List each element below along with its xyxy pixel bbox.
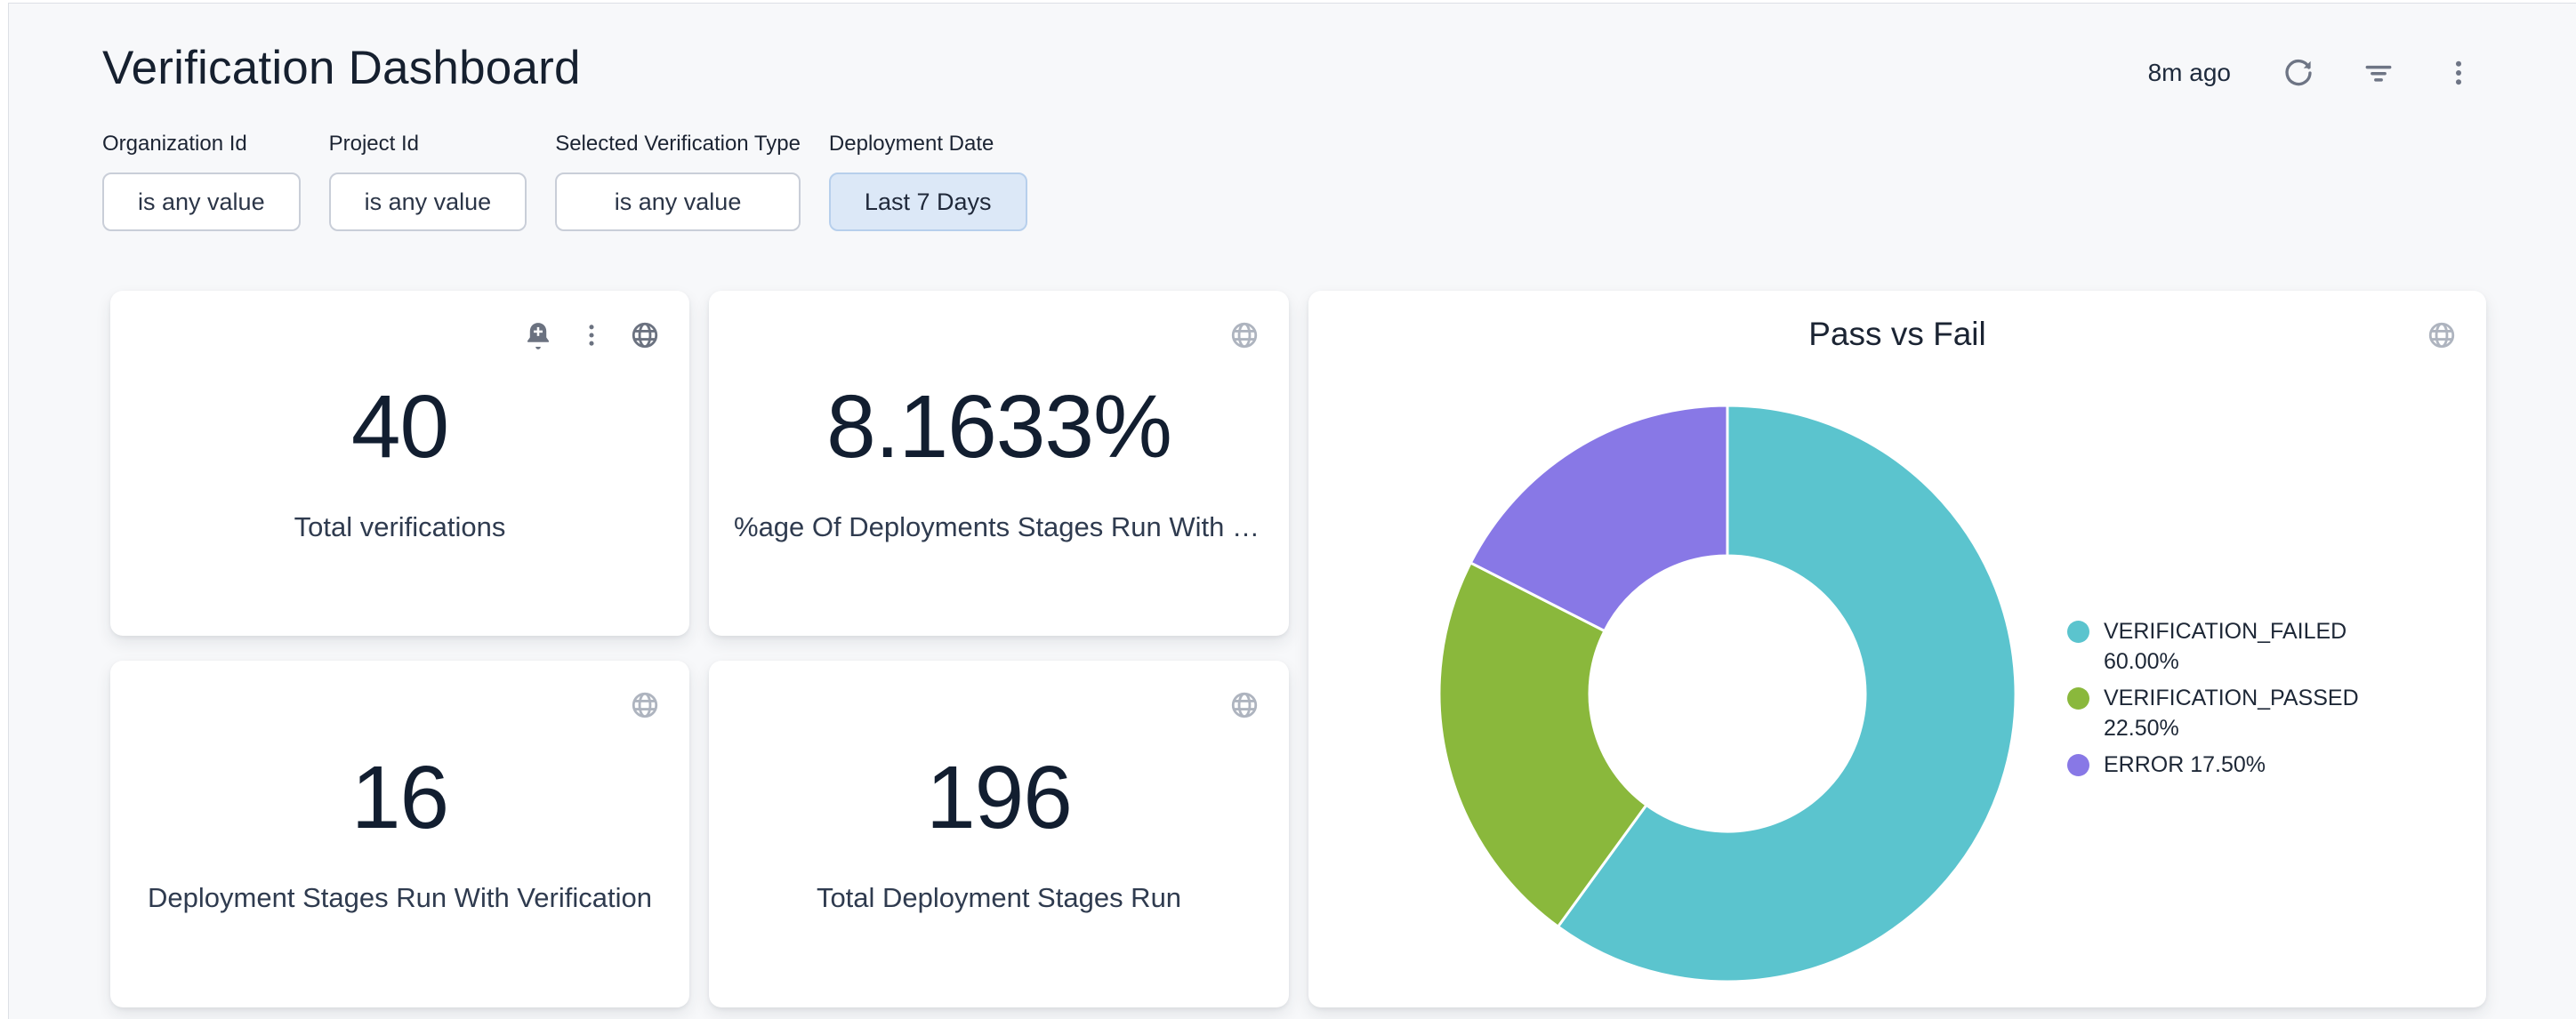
- filter-label: Deployment Date: [829, 132, 1027, 156]
- filter-group-project-id: Project Id is any value: [329, 132, 527, 231]
- stat-value: 196: [926, 753, 1072, 842]
- filter-chip-organization-id[interactable]: is any value: [102, 173, 301, 231]
- filter-label: Selected Verification Type: [555, 132, 801, 156]
- tile-total-verifications: 40 Total verifications: [110, 291, 689, 636]
- dashboard-canvas: Verification Dashboard 8m ago: [8, 3, 2576, 1019]
- dashboard-menu-button[interactable]: [2441, 55, 2476, 91]
- legend-item[interactable]: VERIFICATION_FAILED 60.00%: [2067, 616, 2388, 677]
- page-title: Verification Dashboard: [102, 41, 581, 95]
- stat-value: 16: [351, 753, 448, 842]
- header-actions: 8m ago: [2148, 55, 2476, 91]
- tile-icon-row: [2424, 317, 2459, 353]
- filter-icon: [2362, 56, 2395, 90]
- tile-stages-with-verification: 16 Deployment Stages Run With Verificati…: [110, 661, 689, 1007]
- chart-legend: VERIFICATION_FAILED 60.00% VERIFICATION_…: [2067, 616, 2388, 780]
- filter-group-organization-id: Organization Id is any value: [102, 132, 301, 231]
- stat-body: 16 Deployment Stages Run With Verificati…: [110, 661, 689, 1007]
- explore-from-here-button[interactable]: [2424, 317, 2459, 353]
- stat-value: 8.1633%: [826, 382, 1171, 471]
- stat-body: 8.1633% %age Of Deployments Stages Run W…: [709, 291, 1289, 636]
- filter-chip-verification-type[interactable]: is any value: [555, 173, 801, 231]
- tile-total-stages-run: 196 Total Deployment Stages Run: [709, 661, 1289, 1007]
- stat-body: 40 Total verifications: [110, 291, 689, 636]
- last-refresh-timestamp: 8m ago: [2148, 59, 2231, 87]
- legend-item[interactable]: ERROR 17.50%: [2067, 750, 2388, 780]
- filter-toggle-button[interactable]: [2361, 55, 2396, 91]
- filter-chip-project-id[interactable]: is any value: [329, 173, 527, 231]
- filter-bar: Organization Id is any value Project Id …: [102, 132, 1027, 231]
- stat-label: Total verifications: [294, 510, 506, 543]
- stat-body: 196 Total Deployment Stages Run: [709, 661, 1289, 1007]
- refresh-icon: [2282, 56, 2315, 90]
- chart-title: Pass vs Fail: [1308, 316, 2486, 353]
- legend-label: VERIFICATION_FAILED 60.00%: [2104, 616, 2388, 677]
- filter-group-deployment-date: Deployment Date Last 7 Days: [829, 132, 1027, 231]
- filter-group-verification-type: Selected Verification Type is any value: [555, 132, 801, 231]
- globe-icon: [2427, 320, 2457, 350]
- tile-pct-deployment-stages: 8.1633% %age Of Deployments Stages Run W…: [709, 291, 1289, 636]
- legend-dot: [2067, 687, 2089, 710]
- filter-label: Organization Id: [102, 132, 301, 156]
- stat-label: Total Deployment Stages Run: [817, 881, 1181, 914]
- filter-chip-deployment-date[interactable]: Last 7 Days: [829, 173, 1027, 231]
- filter-label: Project Id: [329, 132, 527, 156]
- legend-item[interactable]: VERIFICATION_PASSED 22.50%: [2067, 683, 2388, 743]
- stat-value: 40: [351, 382, 448, 471]
- refresh-button[interactable]: [2281, 55, 2316, 91]
- legend-label: VERIFICATION_PASSED 22.50%: [2104, 683, 2388, 743]
- kebab-menu-icon: [2442, 56, 2475, 90]
- stat-label: Deployment Stages Run With Verification: [148, 881, 652, 914]
- legend-dot: [2067, 754, 2089, 776]
- stat-label: %age Of Deployments Stages Run With V…: [734, 510, 1264, 543]
- donut-chart[interactable]: [1434, 400, 2021, 987]
- legend-label: ERROR 17.50%: [2104, 750, 2388, 780]
- legend-dot: [2067, 621, 2089, 643]
- tile-pass-vs-fail: Pass vs Fail VERIFICATION_FAILED 60.00%: [1308, 291, 2486, 1007]
